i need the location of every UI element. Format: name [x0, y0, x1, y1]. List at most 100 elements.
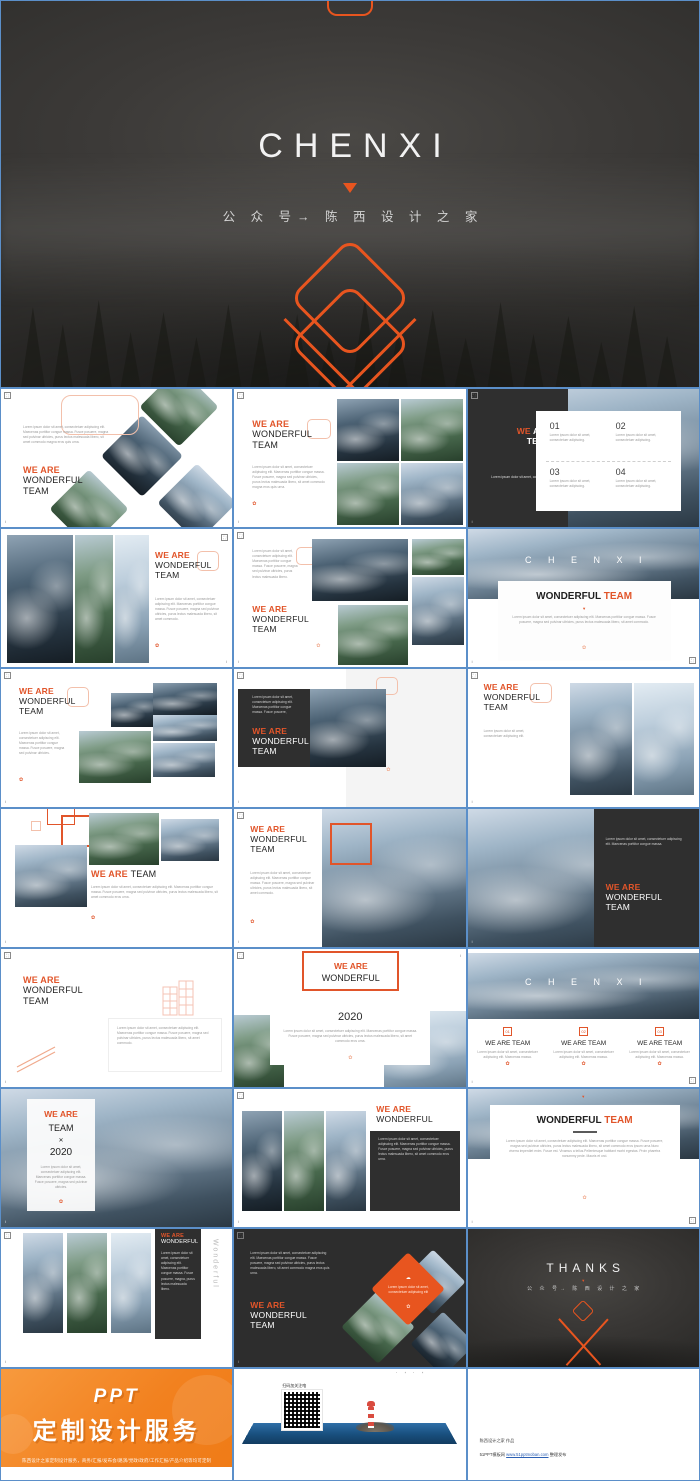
headline-dark-2: TEAM	[23, 485, 49, 496]
slide-thumbnail-21[interactable]: THANKS ▼ 公 众 号→ 陈 西 设 计 之 家	[466, 1228, 700, 1368]
triangle-down-icon: ▼	[581, 1278, 586, 1283]
flower-icon: ✿	[348, 1055, 353, 1061]
number-card: 01 Lorem ipsum dolor sit amet, consectet…	[550, 421, 608, 443]
headline-orange: WE ARE	[333, 961, 368, 971]
image-marker-icon: ⛶	[237, 532, 245, 539]
headline-orange: WE ARE	[161, 1233, 184, 1239]
flower-icon: ✿	[386, 767, 391, 773]
photo-tile	[111, 693, 155, 727]
year-label: 2020	[49, 1147, 73, 1158]
photo-strip	[75, 535, 113, 663]
photo-tile	[310, 689, 387, 767]
slide-thumbnail-15[interactable]: C H E N X I 01 WE ARE TEAM Lorem ipsum d…	[466, 948, 700, 1088]
heading-underline	[572, 1131, 597, 1133]
lighthouse-icon	[366, 1398, 376, 1428]
orange-title-box: WE ARE WONDERFUL	[302, 951, 400, 991]
slide-body-text: Lorem ipsum dolor sit amet, consectetuer…	[34, 1165, 88, 1190]
headline-light-2: TEAM	[250, 1319, 275, 1330]
slide-thumbnail-17[interactable]: ⛶ WE ARE WONDERFUL Lorem ipsum dolor sit…	[233, 1088, 467, 1228]
slide-thumbnail-7[interactable]: ⛶ WE ARE WONDERFUL TEAM Lorem ipsum dolo…	[0, 668, 234, 808]
card-text: Lorem ipsum dolor sit amet, consectetuer…	[615, 433, 657, 443]
triangle-down-icon	[343, 183, 357, 193]
card-number: 01	[549, 421, 560, 431]
photo-tile	[337, 463, 400, 525]
slide-thumbnail-8[interactable]: ⛶ Lorem ipsum dolor sit amet, consectetu…	[233, 668, 467, 808]
qr-code[interactable]	[282, 1390, 323, 1430]
slide-body-text: Lorem ipsum dolor sit amet, consectetuer…	[252, 695, 293, 715]
headline-light-2: TEAM	[605, 901, 631, 912]
slide-thumbnail-20[interactable]: ⛶ Lorem ipsum dolor sit amet, consectetu…	[233, 1228, 467, 1368]
heading-orange: TEAM	[604, 1115, 633, 1126]
top-notch-decoration	[327, 1, 373, 16]
image-marker-icon: ⛶	[237, 952, 245, 959]
slide-body-text: Lorem ipsum dolor sit amet, consectetuer…	[23, 425, 109, 445]
slide-thumbnail-19[interactable]: ⛶ WE ARE WONDERFUL Lorem ipsum dolor sit…	[0, 1228, 234, 1368]
column-heading: WE ARE TEAM	[561, 1040, 607, 1047]
number-card: 02 Lorem ipsum dolor sit amet, consectet…	[616, 421, 674, 443]
promo-title-cn: 定制设计服务	[32, 1418, 201, 1445]
slide-thumbnail-11[interactable]: ⛶ WE ARE WONDERFUL TEAM Lorem ipsum dolo…	[233, 808, 467, 948]
headline-orange: WE ARE	[23, 975, 60, 985]
image-marker-icon: ⛶	[688, 657, 696, 664]
slide-page-number: i	[5, 799, 6, 804]
vertical-word: Wonderful	[211, 1239, 219, 1289]
qr-slide[interactable]: ˙ ʻ ˙ ʻ 扫码加关注咯	[233, 1368, 467, 1481]
flower-icon: ✿	[316, 643, 321, 649]
slide-headline: WE ARE WONDERFUL	[161, 1233, 198, 1246]
photo-strip	[7, 535, 73, 663]
headline-orange: WE ARE	[155, 550, 190, 560]
slide-headline: WE ARE WONDERFUL TEAM	[483, 682, 541, 712]
headline-dark-2: TEAM	[483, 701, 509, 712]
column-text: Lorem ipsum dolor sit amet, consectetuer…	[553, 1050, 614, 1060]
column-text: Lorem ipsum dolor sit amet, consectetuer…	[629, 1050, 690, 1060]
slide-thumbnail-14[interactable]: ⛶ WE ARE WONDERFUL 2020 Lorem ipsum dolo…	[233, 948, 467, 1088]
slide-headline: WE ARE WONDERFUL TEAM	[250, 1300, 307, 1330]
slide-thumbnail-5[interactable]: ⛶ Lorem ipsum dolor sit amet, consectetu…	[233, 528, 467, 668]
slide-thumbnail-16[interactable]: WE ARE TEAM ✕ 2020 Lorem ipsum dolor sit…	[0, 1088, 234, 1228]
photo-strip	[67, 1233, 107, 1333]
image-marker-icon: ⛶	[4, 952, 11, 959]
headline-light: WONDERFUL	[252, 735, 309, 746]
headline-dark: WONDERFUL	[19, 695, 76, 706]
slide-thumbnail-1[interactable]: ⛶ Lorem ipsum dolor sit amet, consectetu…	[0, 388, 234, 528]
slide-thumbnail-4[interactable]: ⛶ WE ARE WONDERFUL TEAM Lorem ipsum dolo…	[0, 528, 234, 668]
flower-icon: ✿	[581, 1061, 586, 1068]
diagonal-lines-decoration	[16, 1046, 56, 1073]
slide-thumbnail-9[interactable]: ⛶ WE ARE WONDERFUL TEAM Lorem ipsum dolo…	[466, 668, 700, 808]
card-text: Lorem ipsum dolor sit amet, consectetuer…	[549, 479, 591, 489]
headline-dark: WONDERFUL	[155, 559, 212, 570]
birds-icon: ˙ ʻ ˙ ʻ	[395, 1372, 427, 1378]
slide-thumbnail-6[interactable]: C H E N X I WONDERFUL TEAM ▼ Lorem ipsum…	[466, 528, 700, 668]
slide-thumbnail-3[interactable]: ⛶ WE ARE TEAM Lorem ipsum dolor sit amet…	[466, 388, 700, 528]
slide-thumbnail-13[interactable]: ⛶ WE ARE WONDERFUL TEAM Lorem ipsum dolo…	[0, 948, 234, 1088]
slide-headline: WE ARE WONDERFUL TEAM	[23, 975, 83, 1006]
slide-page-number: i	[226, 659, 228, 664]
number-card: 04 Lorem ipsum dolor sit amet, consectet…	[616, 467, 674, 489]
triangle-down-icon: ▼	[582, 606, 587, 611]
flower-icon: ✿	[582, 1195, 587, 1201]
badge-icon: 01	[503, 1027, 513, 1036]
headline-orange: WE ARE	[252, 419, 290, 429]
number-card: 03 Lorem ipsum dolor sit amet, consectet…	[550, 467, 608, 489]
slide-body-text: Lorem ipsum dolor sit amet, consectetuer…	[252, 465, 325, 490]
slide-page-number: i	[471, 1219, 473, 1224]
promo-banner[interactable]: PPT 定制设计服务 陈西设计之家定制设计服务，商务/汇报/发布会/路演/党政/…	[0, 1368, 234, 1481]
v-lines-decoration	[220, 319, 480, 387]
slide-thumbnail-18[interactable]: ▼ WONDERFUL TEAM Lorem ipsum dolor sit a…	[466, 1088, 700, 1228]
separator-icon: ✕	[58, 1138, 64, 1144]
feature-column: 02 WE ARE TEAM Lorem ipsum dolor sit ame…	[550, 1027, 618, 1067]
photo-strip	[111, 1233, 151, 1333]
promo-title-en: PPT	[93, 1386, 140, 1407]
headline-dark: WONDERFUL	[23, 475, 83, 486]
photo-tile	[337, 399, 400, 461]
photo-tile	[153, 715, 217, 741]
slide-thumbnail-2[interactable]: ⛶ WE ARE WONDERFUL TEAM Lorem ipsum dolo…	[233, 388, 467, 528]
slide-body-text: Lorem ipsum dolor sit amet, consectetuer…	[155, 597, 219, 622]
headline-dark: WONDERFUL	[252, 429, 313, 440]
slide-thumbnail-10[interactable]: WE ARE TEAM Lorem ipsum dolor sit amet, …	[0, 808, 234, 948]
slide-body-text: Lorem ipsum dolor sit amet, consectetuer…	[250, 871, 315, 896]
slide-thumbnail-12[interactable]: Lorem ipsum dolor sit amet, consectetuer…	[466, 808, 700, 948]
slide-body-text: Lorem ipsum dolor sit amet, consectetuer…	[19, 731, 65, 756]
body-card: Lorem ipsum dolor sit amet, consectetuer…	[109, 1019, 221, 1071]
content-card: WONDERFUL TEAM ▼ Lorem ipsum dolor sit a…	[497, 581, 671, 661]
